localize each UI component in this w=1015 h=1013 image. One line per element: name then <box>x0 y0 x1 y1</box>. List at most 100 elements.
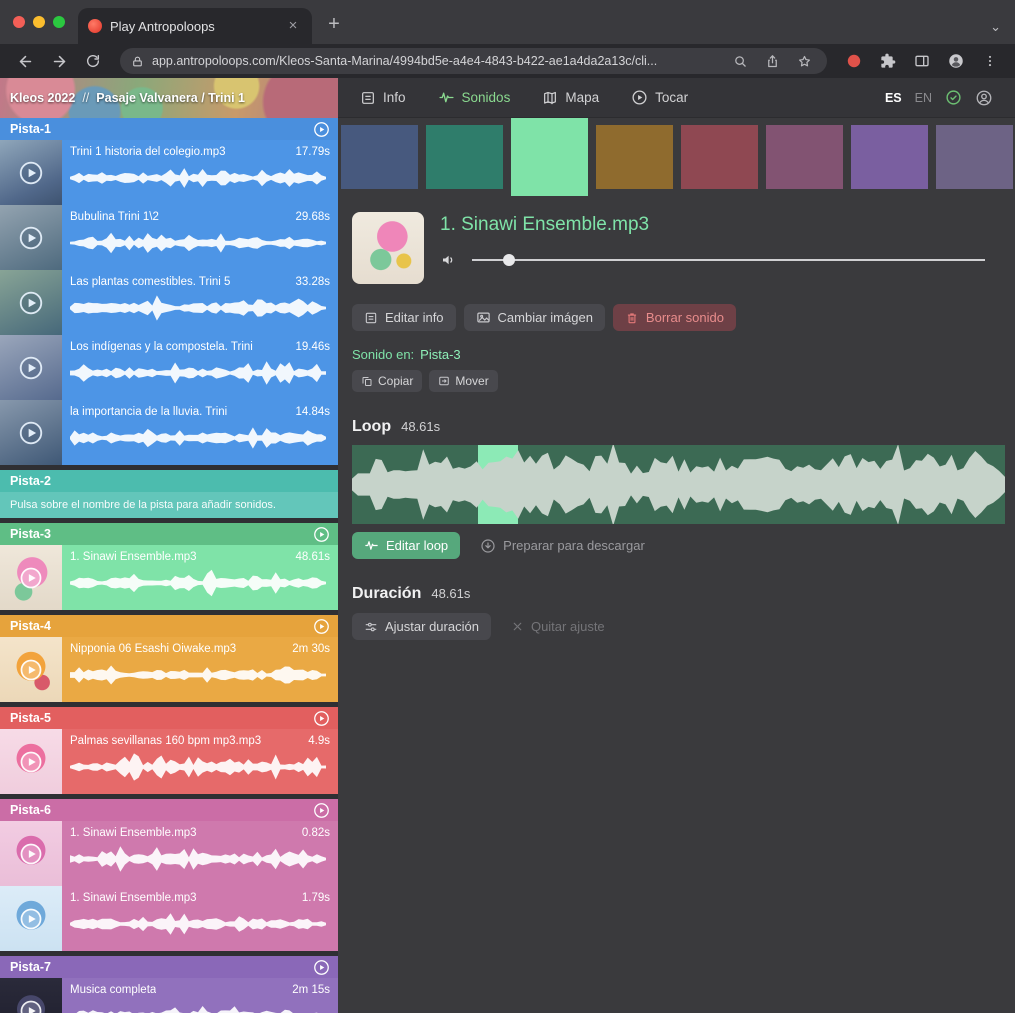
volume-slider[interactable] <box>472 253 985 267</box>
track-header-pista-4[interactable]: Pista-4 <box>0 615 338 637</box>
track-name: Pista-6 <box>10 803 51 817</box>
track-name: Pista-5 <box>10 711 51 725</box>
track-header-pista-7[interactable]: Pista-7 <box>0 956 338 978</box>
loop-waveform-editor[interactable] <box>352 445 1005 524</box>
fullscreen-window-button[interactable] <box>53 16 65 28</box>
track-play-icon[interactable] <box>313 802 330 819</box>
clip-title: 1. Sinawi Ensemble.mp3 <box>70 827 197 839</box>
clip-row[interactable]: 1. Sinawi Ensemble.mp31.79s <box>0 886 338 951</box>
clip-thumbnail <box>0 637 62 702</box>
edit-loop-button[interactable]: Editar loop <box>352 532 460 559</box>
share-icon[interactable] <box>760 47 784 75</box>
track-color-swatch[interactable] <box>596 125 673 189</box>
clip-row[interactable]: Nipponia 06 Esashi Oiwake.mp32m 30s <box>0 637 338 702</box>
track-color-swatch[interactable] <box>341 125 418 189</box>
track-header-pista-6[interactable]: Pista-6 <box>0 799 338 821</box>
clip-title: la importancia de la lluvia. Trini <box>70 406 227 418</box>
browser-menu-kebab-icon[interactable] <box>975 47 1005 75</box>
browser-toolbar: app.antropoloops.com/Kleos-Santa-Marina/… <box>0 44 1015 78</box>
sound-location-track-link[interactable]: Pista-3 <box>420 347 460 362</box>
clip-thumbnail <box>0 400 62 465</box>
record-extension-icon[interactable] <box>839 47 869 75</box>
tab-search-chevron-icon[interactable] <box>990 22 1001 32</box>
track-color-swatch[interactable] <box>851 125 928 189</box>
clip-row[interactable]: Musica completa2m 15s <box>0 978 338 1013</box>
track-header-pista-2[interactable]: Pista-2 <box>0 470 338 492</box>
track-color-swatch[interactable] <box>681 125 758 189</box>
tab-sonidos[interactable]: Sonidos <box>438 89 511 106</box>
map-icon <box>542 90 558 106</box>
edit-info-icon <box>364 311 378 325</box>
profile-avatar-icon[interactable] <box>941 47 971 75</box>
clip-thumbnail <box>0 270 62 335</box>
sound-title: 1. Sinawi Ensemble.mp3 <box>440 214 1005 236</box>
tab-favicon-icon <box>88 19 102 33</box>
new-tab-button[interactable] <box>320 11 348 39</box>
account-icon[interactable] <box>975 89 993 107</box>
track-play-icon[interactable] <box>313 526 330 543</box>
track-color-swatch[interactable] <box>766 125 843 189</box>
lock-icon <box>131 55 144 68</box>
clip-title: Trini 1 historia del colegio.mp3 <box>70 146 226 158</box>
clip-row[interactable]: la importancia de la lluvia. Trini14.84s <box>0 400 338 465</box>
browser-tab[interactable]: Play Antropoloops <box>78 8 312 44</box>
tab-sonidos-label: Sonidos <box>462 90 511 105</box>
clip-row[interactable]: Bubulina Trini 1\229.68s <box>0 205 338 270</box>
clip-row[interactable]: Palmas sevillanas 160 bpm mp3.mp34.9s <box>0 729 338 794</box>
lang-en-button[interactable]: EN <box>915 91 932 105</box>
track-header-pista-1[interactable]: Pista-1 <box>0 118 338 140</box>
track-name: Pista-2 <box>10 474 51 488</box>
prepare-download-button[interactable]: Preparar para descargar <box>468 532 657 559</box>
volume-slider-thumb[interactable] <box>503 254 515 266</box>
track-name: Pista-7 <box>10 960 51 974</box>
bookmark-star-icon[interactable] <box>792 47 816 75</box>
image-icon <box>476 310 491 325</box>
track-color-swatch[interactable] <box>936 125 1013 189</box>
reload-button[interactable] <box>78 47 108 75</box>
track-header-pista-5[interactable]: Pista-5 <box>0 707 338 729</box>
adjust-duration-button[interactable]: Ajustar duración <box>352 613 491 640</box>
breadcrumb-project[interactable]: Kleos 2022 <box>10 91 75 105</box>
url-bar[interactable]: app.antropoloops.com/Kleos-Santa-Marina/… <box>120 48 827 74</box>
tracks-sidebar[interactable]: Pista-1 Trini 1 historia del colegio.mp3… <box>0 118 338 1013</box>
clip-waveform <box>70 228 326 258</box>
clip-waveform <box>70 568 326 598</box>
copy-button[interactable]: Copiar <box>352 370 422 392</box>
change-image-button[interactable]: Cambiar imágen <box>464 304 605 331</box>
track-play-icon[interactable] <box>313 121 330 138</box>
track-header-pista-3[interactable]: Pista-3 <box>0 523 338 545</box>
clip-row[interactable]: 1. Sinawi Ensemble.mp30.82s <box>0 821 338 886</box>
back-button[interactable] <box>10 47 40 75</box>
browser-tab-strip: Play Antropoloops <box>0 0 1015 44</box>
breadcrumb-path[interactable]: Pasaje Valvanera / Trini 1 <box>96 91 245 105</box>
tab-mapa-label: Mapa <box>565 90 599 105</box>
tab-info[interactable]: Info <box>360 90 406 106</box>
edit-info-button[interactable]: Editar info <box>352 304 456 331</box>
close-window-button[interactable] <box>13 16 25 28</box>
loop-waveform <box>352 445 1005 524</box>
delete-sound-button[interactable]: Borrar sonido <box>613 304 736 331</box>
track-play-icon[interactable] <box>313 618 330 635</box>
app-nav: Info Sonidos Mapa Tocar ES EN <box>338 78 1015 118</box>
forward-button[interactable] <box>44 47 74 75</box>
zoom-icon[interactable] <box>728 47 752 75</box>
clip-row-selected[interactable]: 1. Sinawi Ensemble.mp348.61s <box>0 545 338 610</box>
thumb-play-icon <box>18 841 44 867</box>
extensions-puzzle-icon[interactable] <box>873 47 903 75</box>
track-play-icon[interactable] <box>313 710 330 727</box>
remove-adjust-button[interactable]: Quitar ajuste <box>499 613 617 640</box>
clip-waveform <box>70 752 326 782</box>
clip-row[interactable]: Trini 1 historia del colegio.mp317.79s <box>0 140 338 205</box>
track-color-swatch[interactable] <box>426 125 503 189</box>
clip-row[interactable]: Las plantas comestibles. Trini 533.28s <box>0 270 338 335</box>
track-color-swatch[interactable] <box>511 118 588 196</box>
move-button[interactable]: Mover <box>429 370 497 392</box>
tab-tocar[interactable]: Tocar <box>631 89 688 106</box>
lang-es-button[interactable]: ES <box>885 91 902 105</box>
side-panel-icon[interactable] <box>907 47 937 75</box>
clip-row[interactable]: Los indígenas y la compostela. Trini19.4… <box>0 335 338 400</box>
track-play-icon[interactable] <box>313 959 330 976</box>
minimize-window-button[interactable] <box>33 16 45 28</box>
tab-close-icon[interactable] <box>284 17 302 35</box>
tab-mapa[interactable]: Mapa <box>542 90 599 106</box>
